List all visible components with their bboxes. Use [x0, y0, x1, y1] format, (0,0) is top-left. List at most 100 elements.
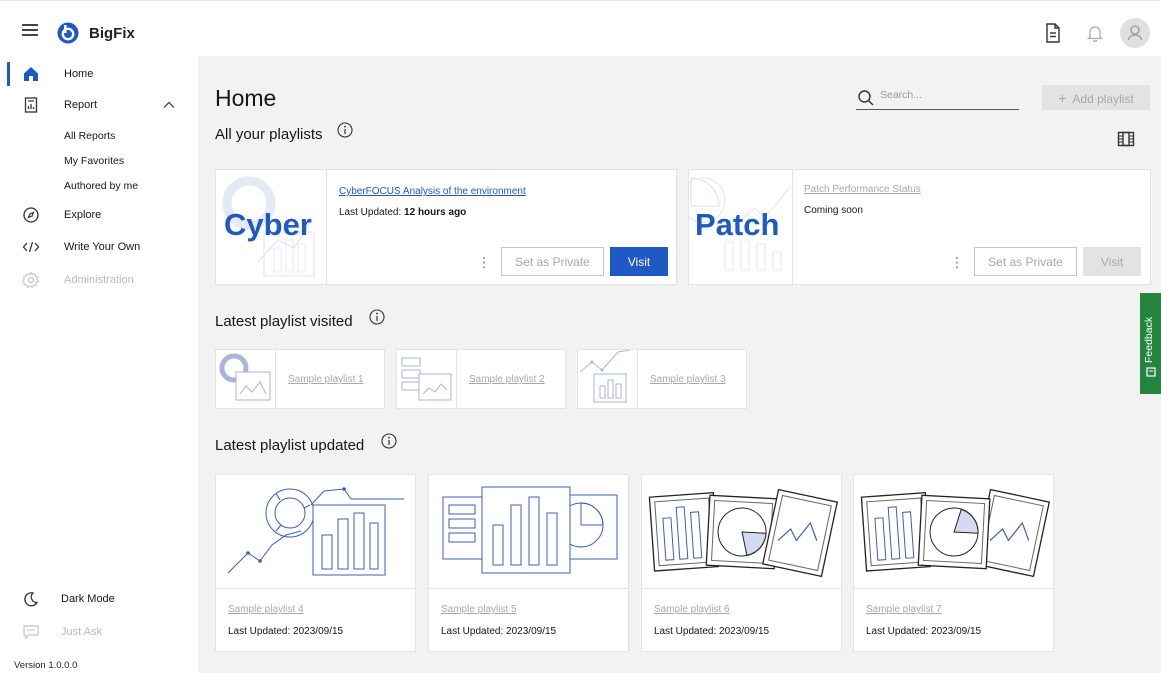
overflow-menu-icon[interactable]: ⋮	[477, 254, 491, 270]
playlist-thumbnail	[397, 350, 457, 408]
top-header: BigFix	[0, 0, 1161, 56]
info-icon[interactable]	[369, 309, 385, 325]
chat-icon	[23, 625, 39, 640]
updated-playlist-card[interactable]: Sample playlist 6 Last Updated: 2023/09/…	[641, 474, 842, 652]
home-icon	[24, 67, 38, 81]
playlist-link[interactable]: Sample playlist 2	[469, 374, 545, 385]
sidebar-item-label: Report	[64, 99, 98, 111]
info-icon[interactable]	[337, 122, 353, 138]
playlist-last-updated: Last Updated: 2023/09/15	[654, 626, 770, 637]
playlist-thumbnail	[216, 475, 415, 589]
playlist-last-updated: Last Updated: 2023/09/15	[228, 626, 344, 637]
playlist-meta: Last Updated: 12 hours ago	[339, 207, 466, 218]
section-title-latest-visited: Latest playlist visited	[215, 313, 353, 330]
playlist-thumbnail	[578, 349, 638, 408]
sidebar-item-just-ask[interactable]: Just Ask	[0, 618, 198, 646]
overflow-menu-icon[interactable]: ⋮	[950, 254, 964, 270]
feedback-tab[interactable]: Feedback	[1140, 293, 1161, 394]
updated-playlist-card[interactable]: Sample playlist 4 Last Updated: 2023/09/…	[215, 474, 416, 652]
updated-playlist-card[interactable]: Sample playlist 5 Last Updated: 2023/09/…	[428, 474, 629, 652]
sidebar-item-administration[interactable]: Administration	[0, 266, 198, 294]
chart-illustration	[860, 488, 1051, 578]
chart-illustration	[648, 488, 839, 578]
bigfix-logo	[57, 22, 79, 44]
visited-playlist-card[interactable]: Sample playlist 3	[577, 349, 747, 409]
playlist-thumbnail	[216, 350, 276, 408]
active-indicator	[7, 62, 10, 86]
user-avatar-icon	[1127, 25, 1143, 41]
playlist-last-updated: Last Updated: 2023/09/15	[441, 626, 557, 637]
sidebar-item-dark-mode[interactable]: Dark Mode	[0, 585, 198, 613]
playlist-thumbnail	[854, 475, 1053, 589]
chart-illustration	[579, 349, 631, 403]
add-playlist-button[interactable]: + Add playlist	[1042, 85, 1150, 110]
main-content: Home + Add playlist All your playlists	[198, 56, 1161, 673]
feedback-icon	[1146, 367, 1156, 377]
report-icon	[24, 97, 38, 113]
visited-playlist-card[interactable]: Sample playlist 1	[215, 349, 385, 409]
chevron-up-icon[interactable]	[163, 100, 175, 110]
playlist-link[interactable]: Sample playlist 3	[650, 374, 726, 385]
meta-label: Last Updated:	[339, 207, 402, 218]
playlist-card-cyberfocus: Cyber CyberFOCUS Analysis of the environ…	[215, 169, 677, 285]
version-label: Version 1.0.0.0	[14, 660, 78, 671]
playlist-link[interactable]: Sample playlist 6	[654, 604, 730, 615]
sidebar-item-write-your-own[interactable]: Write Your Own	[0, 233, 198, 261]
playlist-title-link[interactable]: CyberFOCUS Analysis of the environment	[339, 186, 526, 197]
updated-playlist-card[interactable]: Sample playlist 7 Last Updated: 2023/09/…	[853, 474, 1054, 652]
hamburger-menu-icon[interactable]	[22, 24, 38, 36]
sidebar-subitem-authored-by-me[interactable]: Authored by me	[64, 180, 138, 192]
sidebar-item-label: Write Your Own	[64, 241, 141, 253]
moon-icon	[24, 592, 39, 607]
playlist-link[interactable]: Sample playlist 1	[288, 374, 364, 385]
sidebar-item-label: Dark Mode	[61, 593, 115, 605]
info-icon[interactable]	[381, 433, 397, 449]
visit-button[interactable]: Visit	[1083, 247, 1141, 276]
sidebar-item-label: Explore	[64, 209, 102, 221]
search-icon[interactable]	[857, 89, 875, 107]
playlist-link[interactable]: Sample playlist 4	[228, 604, 304, 615]
compass-icon	[23, 207, 39, 223]
add-playlist-label: Add playlist	[1072, 91, 1134, 106]
page-title: Home	[215, 85, 277, 111]
visit-button[interactable]: Visit	[610, 247, 668, 276]
set-private-button[interactable]: Set as Private	[974, 247, 1077, 276]
playlist-card-patch: Patch Patch Performance Status Coming so…	[688, 169, 1151, 285]
section-title-all-playlists: All your playlists	[215, 126, 323, 143]
playlist-thumbnail	[642, 475, 841, 589]
playlist-meta: Coming soon	[804, 205, 863, 216]
feedback-label: Feedback	[1143, 316, 1155, 363]
thumbnail-word: Patch	[695, 207, 780, 242]
user-avatar[interactable]	[1120, 18, 1150, 48]
sidebar-item-report[interactable]: Report	[0, 91, 198, 119]
notification-bell-icon[interactable]	[1084, 22, 1106, 44]
section-title-latest-updated: Latest playlist updated	[215, 437, 365, 454]
sidebar-item-label: Administration	[64, 274, 134, 286]
film-strip-icon[interactable]	[1117, 131, 1135, 147]
set-private-button[interactable]: Set as Private	[501, 247, 604, 276]
sidebar-subitem-all-reports[interactable]: All Reports	[64, 130, 115, 142]
chart-illustration	[219, 353, 271, 401]
chart-illustration	[442, 486, 618, 574]
playlist-thumbnail	[429, 475, 628, 589]
document-icon[interactable]	[1042, 22, 1064, 44]
playlist-thumbnail: Patch	[689, 170, 793, 284]
playlist-last-updated: Last Updated: 2023/09/15	[866, 626, 982, 637]
sidebar-subitem-my-favorites[interactable]: My Favorites	[64, 155, 124, 167]
sidebar-item-home[interactable]: Home	[0, 60, 198, 88]
meta-value: 12 hours ago	[404, 207, 467, 218]
search-box	[856, 86, 1019, 110]
playlist-thumbnail: Cyber	[216, 170, 327, 284]
code-icon	[22, 241, 40, 253]
app-root: BigFix Home Report All Reports My Favori…	[0, 0, 1161, 673]
sidebar: Home Report All Reports My Favorites Aut…	[0, 56, 198, 673]
playlist-title-link[interactable]: Patch Performance Status	[804, 184, 921, 195]
visited-playlist-card[interactable]: Sample playlist 2	[396, 349, 566, 409]
sidebar-item-label: Just Ask	[61, 626, 102, 638]
playlist-link[interactable]: Sample playlist 5	[441, 604, 517, 615]
search-input[interactable]	[880, 89, 1015, 101]
sidebar-item-explore[interactable]: Explore	[0, 201, 198, 229]
chart-illustration	[227, 487, 404, 576]
gear-icon	[22, 271, 40, 289]
playlist-link[interactable]: Sample playlist 7	[866, 604, 942, 615]
